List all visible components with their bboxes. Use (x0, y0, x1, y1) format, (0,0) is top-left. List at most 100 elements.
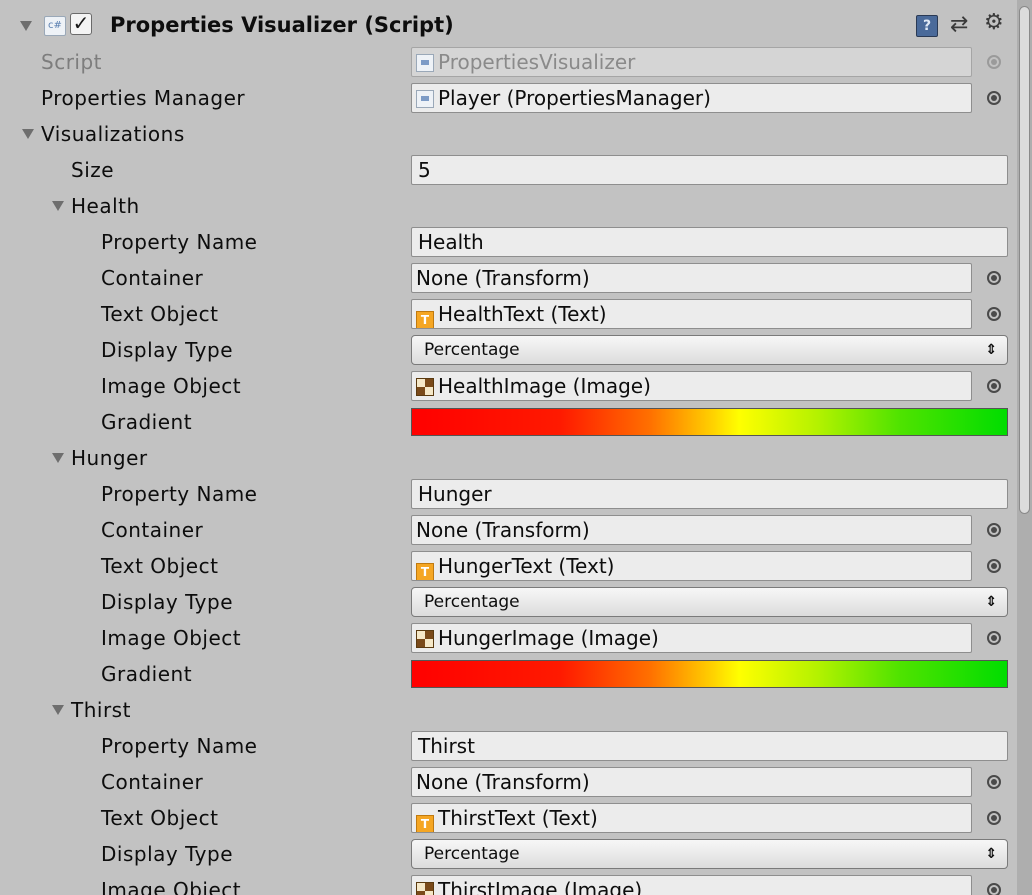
property-name-row: Property Name Thirst (0, 728, 1016, 764)
image-object-value: HungerImage (Image) (438, 626, 659, 650)
object-picker-icon[interactable] (987, 379, 1001, 393)
property-name-label: Property Name (101, 482, 258, 506)
inspector-panel: c# ✓ Properties Visualizer (Script) ? ⇄ … (0, 0, 1032, 895)
display-type-dropdown[interactable]: Percentage ⇕ (411, 839, 1008, 869)
help-icon[interactable]: ? (916, 15, 938, 37)
text-object-row: Text Object T ThirstText (Text) (0, 800, 1016, 836)
foldout-arrow-icon[interactable] (52, 201, 64, 211)
text-object-label: Text Object (101, 806, 219, 830)
object-picker-icon[interactable] (987, 883, 1001, 895)
properties-manager-field[interactable]: Player (PropertiesManager) (411, 83, 972, 113)
container-row: Container None (Transform) (0, 260, 1016, 296)
display-type-row: Display Type Percentage ⇕ (0, 836, 1016, 872)
object-picker-icon[interactable] (987, 91, 1001, 105)
dropdown-arrow-icon: ⇕ (985, 846, 997, 862)
hunger-foldout[interactable]: Hunger (0, 440, 1016, 476)
gear-icon[interactable]: ⚙ (984, 10, 1004, 35)
foldout-arrow-icon[interactable] (52, 705, 64, 715)
container-label: Container (101, 266, 204, 290)
foldout-arrow-icon[interactable] (22, 129, 34, 139)
object-picker-icon[interactable] (987, 775, 1001, 789)
presets-icon[interactable]: ⇄ (950, 12, 968, 37)
object-picker-icon[interactable] (987, 523, 1001, 537)
script-value: PropertiesVisualizer (438, 50, 636, 74)
display-type-dropdown[interactable]: Percentage ⇕ (411, 335, 1008, 365)
properties-manager-label: Properties Manager (41, 86, 246, 110)
property-name-label: Property Name (101, 230, 258, 254)
gradient-label: Gradient (101, 410, 193, 434)
display-type-value: Percentage (424, 592, 520, 612)
script-file-icon (416, 54, 434, 72)
text-object-field[interactable]: T ThirstText (Text) (411, 803, 972, 833)
gradient-row: Gradient (0, 404, 1016, 440)
text-object-value: HealthText (Text) (438, 302, 607, 326)
container-field[interactable]: None (Transform) (411, 515, 972, 545)
display-type-label: Display Type (101, 842, 234, 866)
container-label: Container (101, 518, 204, 542)
properties-manager-row: Properties Manager Player (PropertiesMan… (0, 80, 1016, 116)
text-component-icon: T (416, 311, 434, 328)
text-object-row: Text Object T HungerText (Text) (0, 548, 1016, 584)
image-object-value: ThirstImage (Image) (438, 878, 643, 895)
property-name-label: Property Name (101, 734, 258, 758)
object-picker-icon (987, 55, 1001, 69)
image-object-value: HealthImage (Image) (438, 374, 651, 398)
gradient-row: Gradient (0, 656, 1016, 692)
display-type-value: Percentage (424, 340, 520, 360)
size-label: Size (71, 158, 115, 182)
script-row: Script PropertiesVisualizer (0, 44, 1016, 80)
object-picker-icon[interactable] (987, 631, 1001, 645)
vertical-scrollbar[interactable] (1017, 0, 1032, 895)
container-field[interactable]: None (Transform) (411, 263, 972, 293)
hunger-label: Hunger (71, 446, 148, 470)
header-foldout-arrow-icon[interactable] (20, 21, 32, 31)
script-file-icon (416, 90, 434, 108)
text-object-label: Text Object (101, 554, 219, 578)
text-object-field[interactable]: T HealthText (Text) (411, 299, 972, 329)
property-name-input[interactable]: Health (411, 227, 1008, 257)
image-component-icon (416, 630, 434, 648)
gradient-field[interactable] (411, 660, 1008, 688)
scrollbar-thumb[interactable] (1019, 6, 1030, 514)
property-name-input[interactable]: Thirst (411, 731, 1008, 761)
display-type-value: Percentage (424, 844, 520, 864)
object-picker-icon[interactable] (987, 559, 1001, 573)
image-object-field[interactable]: HungerImage (Image) (411, 623, 972, 653)
component-header[interactable]: c# ✓ Properties Visualizer (Script) ? ⇄ … (0, 8, 1016, 44)
object-picker-icon[interactable] (987, 811, 1001, 825)
script-label: Script (41, 50, 103, 74)
image-object-label: Image Object (101, 626, 242, 650)
size-row: Size 5 (0, 152, 1016, 188)
property-name-input[interactable]: Hunger (411, 479, 1008, 509)
display-type-dropdown[interactable]: Percentage ⇕ (411, 587, 1008, 617)
image-object-field[interactable]: ThirstImage (Image) (411, 875, 972, 895)
component-title: Properties Visualizer (Script) (110, 13, 454, 37)
image-object-row: Image Object ThirstImage (Image) (0, 872, 1016, 895)
gradient-field[interactable] (411, 408, 1008, 436)
visualizations-foldout[interactable]: Visualizations (0, 116, 1016, 152)
foldout-arrow-icon[interactable] (52, 453, 64, 463)
text-component-icon: T (416, 815, 434, 832)
gradient-label: Gradient (101, 662, 193, 686)
size-input[interactable]: 5 (411, 155, 1008, 185)
object-picker-icon[interactable] (987, 307, 1001, 321)
image-object-field[interactable]: HealthImage (Image) (411, 371, 972, 401)
visualizations-label: Visualizations (41, 122, 185, 146)
health-label: Health (71, 194, 140, 218)
health-foldout[interactable]: Health (0, 188, 1016, 224)
dropdown-arrow-icon: ⇕ (985, 342, 997, 358)
text-object-field[interactable]: T HungerText (Text) (411, 551, 972, 581)
properties-manager-value: Player (PropertiesManager) (438, 86, 711, 110)
text-object-value: HungerText (Text) (438, 554, 615, 578)
container-field[interactable]: None (Transform) (411, 767, 972, 797)
property-name-row: Property Name Health (0, 224, 1016, 260)
text-object-value: ThirstText (Text) (438, 806, 598, 830)
container-label: Container (101, 770, 204, 794)
script-field: PropertiesVisualizer (411, 47, 972, 77)
component-enabled-checkbox[interactable]: ✓ (70, 13, 92, 35)
text-object-row: Text Object T HealthText (Text) (0, 296, 1016, 332)
thirst-foldout[interactable]: Thirst (0, 692, 1016, 728)
object-picker-icon[interactable] (987, 271, 1001, 285)
text-object-label: Text Object (101, 302, 219, 326)
dropdown-arrow-icon: ⇕ (985, 594, 997, 610)
